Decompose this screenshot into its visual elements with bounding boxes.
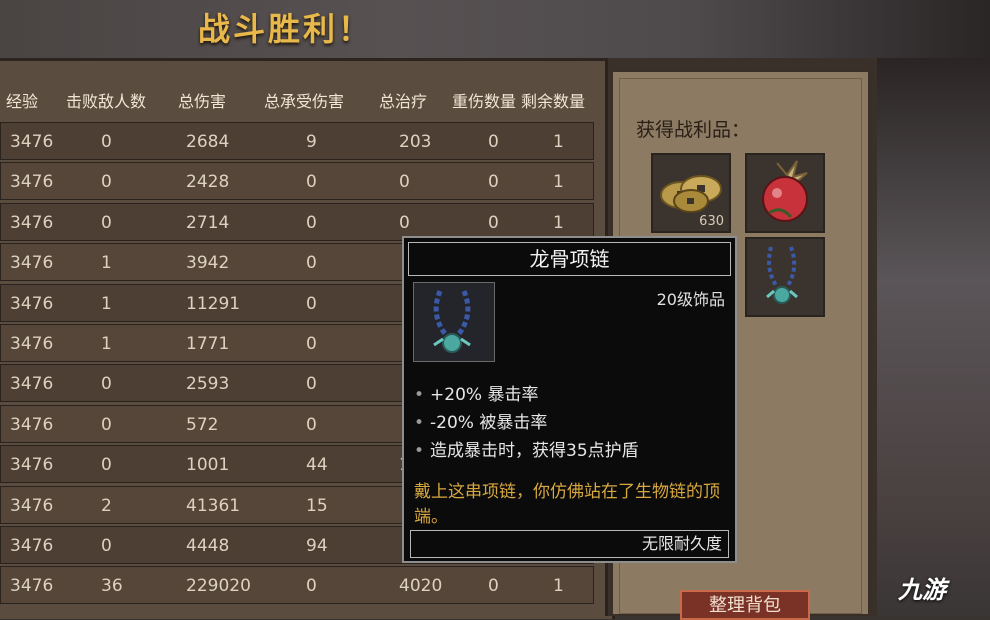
loot-slot-fruit[interactable] bbox=[745, 153, 825, 233]
table-cell: 0 bbox=[399, 172, 410, 193]
item-lore: 戴上这串项链，你仿佛站在了生物链的顶端。 bbox=[414, 482, 720, 527]
table-cell: 4020 bbox=[399, 576, 443, 597]
loot-slot-necklace[interactable] bbox=[745, 237, 825, 317]
table-cell: 1001 bbox=[186, 455, 230, 476]
table-cell: 9 bbox=[306, 132, 317, 152]
table-row: 3476 0 2684 9 203 0 1 bbox=[0, 122, 594, 160]
col-healing: 总治疗 bbox=[379, 92, 428, 111]
table-cell: 1 bbox=[101, 334, 112, 354]
table-cell: 0 bbox=[306, 414, 317, 435]
loot-label: 获得战利品： bbox=[636, 119, 751, 141]
col-exp: 经验 bbox=[6, 92, 39, 111]
table-cell: 0 bbox=[101, 132, 112, 152]
table-cell: 3476 bbox=[10, 576, 54, 597]
table-cell: 3476 bbox=[10, 536, 54, 556]
table-cell: 0 bbox=[101, 172, 112, 193]
table-cell: 1 bbox=[553, 172, 564, 193]
col-severe: 重伤数量 bbox=[452, 92, 517, 111]
table-row: 3476 36 229020 0 4020 0 1 bbox=[0, 566, 594, 605]
background-scene-right bbox=[877, 58, 990, 616]
coins-count: 630 bbox=[699, 214, 724, 229]
table-cell: 2714 bbox=[186, 212, 230, 233]
coins-icon bbox=[660, 175, 722, 213]
table-cell: 1 bbox=[553, 576, 564, 597]
col-kills: 击败敌人数 bbox=[66, 92, 147, 111]
necklace-icon bbox=[766, 246, 798, 304]
col-damage-taken: 总承受伤害 bbox=[264, 92, 345, 111]
table-cell: 3476 bbox=[10, 253, 54, 274]
top-background bbox=[0, 0, 990, 60]
table-cell: 2684 bbox=[186, 132, 230, 152]
table-cell: 3942 bbox=[186, 253, 230, 274]
table-cell: 1 bbox=[101, 253, 112, 274]
table-cell: 3476 bbox=[10, 172, 54, 193]
stats-header: 经验 击败敌人数 总伤害 总承受伤害 总治疗 重伤数量 剩余数量 bbox=[0, 88, 605, 114]
table-cell: 0 bbox=[306, 293, 317, 314]
stat-line: • 造成暴击时，获得35点护盾 bbox=[414, 441, 639, 461]
loot-slot-coins[interactable]: 630 bbox=[651, 153, 731, 233]
col-damage: 总伤害 bbox=[178, 92, 227, 111]
table-cell: 3476 bbox=[10, 212, 54, 233]
red-fruit-icon bbox=[762, 160, 808, 222]
table-cell: 0 bbox=[306, 212, 317, 233]
table-cell: 0 bbox=[306, 253, 317, 274]
table-cell: 0 bbox=[101, 212, 112, 233]
table-cell: 0 bbox=[306, 172, 317, 193]
item-durability: 无限耐久度 bbox=[410, 530, 729, 558]
table-cell: 94 bbox=[306, 536, 328, 556]
table-cell: 572 bbox=[186, 414, 219, 435]
table-cell: 3476 bbox=[10, 334, 54, 354]
table-cell: 4448 bbox=[186, 536, 230, 556]
table-cell: 3476 bbox=[10, 374, 54, 395]
table-cell: 0 bbox=[488, 212, 499, 233]
necklace-icon bbox=[433, 290, 471, 353]
table-cell: 1771 bbox=[186, 334, 230, 354]
table-cell: 36 bbox=[101, 576, 123, 597]
table-cell: 0 bbox=[306, 374, 317, 395]
table-cell: 0 bbox=[306, 334, 317, 354]
table-cell: 41361 bbox=[186, 495, 241, 516]
stat-line: • -20% 被暴击率 bbox=[414, 413, 548, 433]
table-cell: 0 bbox=[101, 414, 112, 435]
item-tooltip: 龙骨项链 20级饰品 • +20% 暴击率 • -20% 被暴击率 • 造成暴击时，获… bbox=[402, 236, 737, 563]
table-cell: 1 bbox=[101, 293, 112, 314]
table-cell: 0 bbox=[488, 172, 499, 193]
table-cell: 3476 bbox=[10, 455, 54, 476]
item-icon-frame bbox=[413, 282, 495, 362]
table-cell: 0 bbox=[488, 132, 499, 152]
table-cell: 229020 bbox=[186, 576, 251, 597]
table-cell: 0 bbox=[101, 536, 112, 556]
table-cell: 2428 bbox=[186, 172, 230, 193]
table-cell: 0 bbox=[101, 455, 112, 476]
item-level: 20级饰品 bbox=[656, 290, 725, 309]
table-cell: 1 bbox=[553, 132, 564, 152]
table-cell: 44 bbox=[306, 455, 328, 476]
table-cell: 3476 bbox=[10, 495, 54, 516]
table-cell: 11291 bbox=[186, 293, 241, 314]
table-cell: 0 bbox=[488, 576, 499, 597]
victory-title: 战斗胜利！ bbox=[198, 10, 374, 48]
stat-line: • +20% 暴击率 bbox=[414, 385, 539, 405]
item-name: 龙骨项链 bbox=[408, 242, 731, 276]
table-cell: 15 bbox=[306, 495, 328, 516]
table-row: 3476 0 2428 0 0 0 1 bbox=[0, 162, 594, 201]
table-cell: 3476 bbox=[10, 293, 54, 314]
table-cell: 0 bbox=[306, 576, 317, 597]
col-remaining: 剩余数量 bbox=[521, 92, 586, 111]
table-cell: 0 bbox=[101, 374, 112, 395]
watermark-logo: 九游 bbox=[898, 576, 946, 604]
table-cell: 2 bbox=[101, 495, 112, 516]
table-cell: 3476 bbox=[10, 414, 54, 435]
table-cell: 1 bbox=[553, 212, 564, 233]
table-cell: 203 bbox=[399, 132, 432, 152]
table-cell: 2593 bbox=[186, 374, 230, 395]
table-cell: 3476 bbox=[10, 132, 54, 152]
table-cell: 0 bbox=[399, 212, 410, 233]
